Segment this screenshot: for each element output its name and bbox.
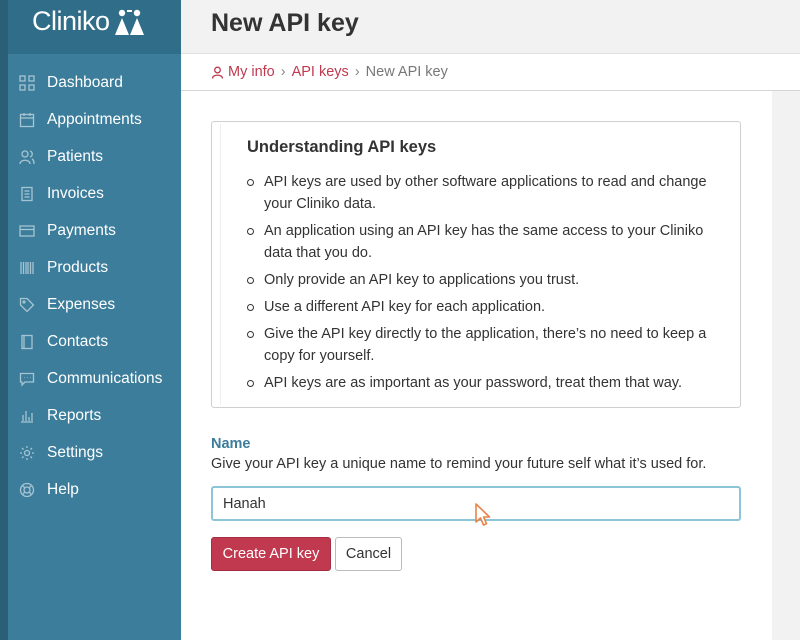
info-panel-inner: Understanding API keys API keys are used… [220, 124, 738, 405]
info-title: Understanding API keys [247, 138, 437, 156]
sidebar-item-help[interactable]: Help [8, 471, 181, 508]
right-gutter [772, 91, 800, 640]
cancel-button[interactable]: Cancel [335, 537, 402, 571]
info-list: API keys are used by other software appl… [247, 171, 727, 399]
sidebar-item-label: Reports [47, 406, 102, 424]
name-label: Name [211, 436, 251, 452]
sidebar-nav: Dashboard Appointments Patients Invoices… [8, 64, 181, 508]
calendar-icon [18, 111, 36, 129]
sidebar-item-label: Products [47, 258, 109, 276]
sidebar-item-reports[interactable]: Reports [8, 397, 181, 434]
breadcrumb-bar: My info › API keys › New API key [181, 54, 800, 91]
gear-icon [18, 444, 36, 462]
mouse-pointer-icon [474, 502, 494, 528]
sidebar-item-patients[interactable]: Patients [8, 138, 181, 175]
sidebar-item-appointments[interactable]: Appointments [8, 101, 181, 138]
list-item: API keys are used by other software appl… [247, 171, 727, 215]
app-logo[interactable]: Cliniko [32, 6, 146, 37]
breadcrumb: My info › API keys › New API key [211, 64, 448, 80]
document-icon [18, 185, 36, 203]
sidebar-item-invoices[interactable]: Invoices [8, 175, 181, 212]
sidebar-item-label: Help [47, 480, 79, 498]
list-item: API keys are as important as your passwo… [247, 372, 727, 394]
list-item: An application using an API key has the … [247, 220, 727, 264]
address-book-icon [18, 333, 36, 351]
sidebar-item-dashboard[interactable]: Dashboard [8, 64, 181, 101]
page-title: New API key [211, 9, 359, 37]
sidebar-item-expenses[interactable]: Expenses [8, 286, 181, 323]
sidebar-item-label: Settings [47, 443, 104, 461]
window-edge [0, 0, 8, 640]
sidebar-item-payments[interactable]: Payments [8, 212, 181, 249]
grid-icon [18, 74, 36, 92]
list-item: Give the API key directly to the applica… [247, 323, 727, 367]
page-header: New API key [181, 0, 800, 54]
breadcrumb-separator: › [354, 64, 360, 80]
breadcrumb-my-info[interactable]: My info [228, 64, 275, 80]
list-item: Use a different API key for each applica… [247, 296, 727, 318]
bar-chart-icon [18, 407, 36, 425]
sidebar-item-contacts[interactable]: Contacts [8, 323, 181, 360]
logo-text: Cliniko [32, 6, 110, 36]
lifebuoy-icon [18, 481, 36, 499]
breadcrumb-current: New API key [365, 64, 448, 80]
api-key-info-panel: Understanding API keys API keys are used… [211, 121, 741, 408]
sidebar-item-communications[interactable]: Communications [8, 360, 181, 397]
user-icon [211, 66, 224, 79]
tag-icon [18, 296, 36, 314]
name-help-text: Give your API key a unique name to remin… [211, 456, 707, 472]
breadcrumb-api-keys[interactable]: API keys [292, 64, 349, 80]
sidebar-item-settings[interactable]: Settings [8, 434, 181, 471]
create-api-key-button[interactable]: Create API key [211, 537, 331, 571]
sidebar-item-label: Communications [47, 369, 163, 387]
sidebar-item-products[interactable]: Products [8, 249, 181, 286]
chat-icon [18, 370, 36, 388]
sidebar-item-label: Expenses [47, 295, 116, 313]
sidebar-item-label: Payments [47, 221, 116, 239]
logo-mark-icon [112, 8, 146, 36]
main-content: Understanding API keys API keys are used… [181, 91, 772, 640]
credit-card-icon [18, 222, 36, 240]
sidebar-item-label: Appointments [47, 110, 142, 128]
barcode-icon [18, 259, 36, 277]
sidebar-item-label: Contacts [47, 332, 109, 350]
people-icon [18, 148, 36, 166]
sidebar-item-label: Invoices [47, 184, 104, 202]
logo-bar: Cliniko [8, 0, 181, 54]
breadcrumb-separator: › [280, 64, 286, 80]
sidebar-item-label: Dashboard [47, 73, 123, 91]
list-item: Only provide an API key to applications … [247, 269, 727, 291]
sidebar-item-label: Patients [47, 147, 104, 165]
